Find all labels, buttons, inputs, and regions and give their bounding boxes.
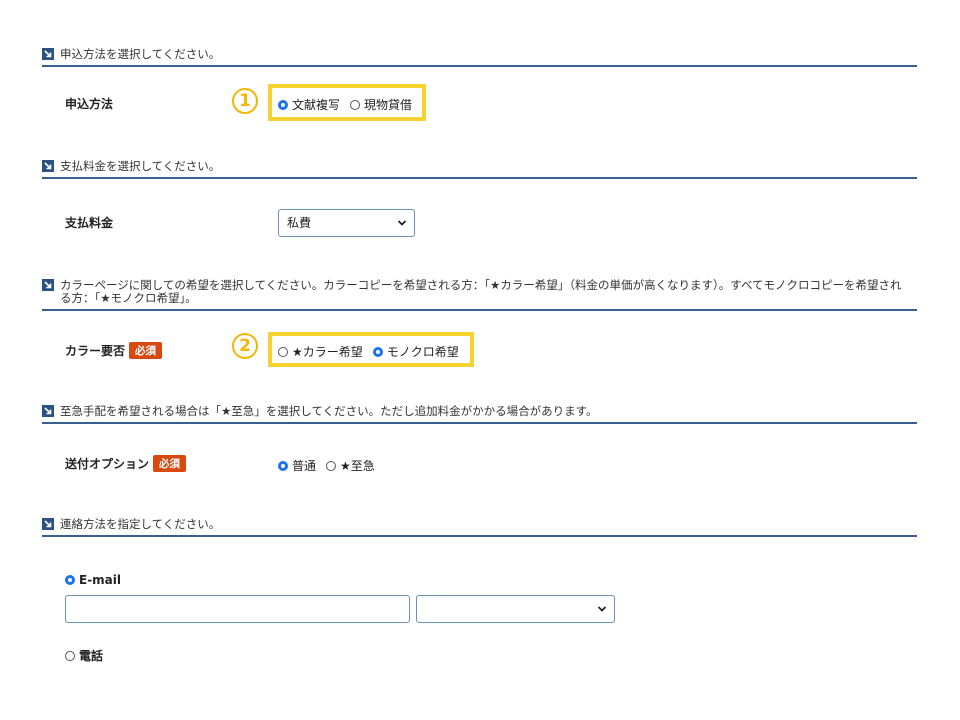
radio-unchecked-icon — [65, 650, 75, 661]
callout-number-1: 1 — [232, 88, 258, 114]
radio-checked-icon — [278, 99, 288, 110]
color-radio-group: ★カラー希望 モノクロ希望 — [278, 343, 469, 360]
payment-label: 支払料金 — [65, 216, 114, 230]
radio-document-copy[interactable]: 文献複写 — [278, 96, 340, 113]
payment-select-value: 私費 — [287, 216, 312, 230]
radio-checked-icon — [278, 460, 288, 471]
method-radio-group: 文献複写 現物貸借 — [278, 96, 422, 113]
arrow-down-right-icon — [42, 160, 54, 172]
section-header-text: 支払料金を選択してください。 — [60, 159, 221, 173]
radio-normal[interactable]: 普通 — [278, 457, 316, 474]
section-header-contact: 連絡方法を指定してください。 — [42, 518, 917, 537]
delivery-label: 送付オプション 必須 — [65, 455, 187, 472]
delivery-radio-group: 普通 ★至急 — [278, 457, 385, 474]
radio-label: ★カラー希望 — [292, 345, 363, 359]
arrow-down-right-icon — [42, 518, 54, 530]
contact-phone-radio-group: 電話 — [65, 647, 113, 664]
radio-checked-icon — [65, 575, 75, 585]
payment-select[interactable]: 私費 — [278, 209, 415, 237]
delivery-label-text: 送付オプション — [65, 457, 150, 471]
radio-email[interactable]: E-mail — [65, 573, 121, 587]
section-header-method: 申込方法を選択してください。 — [42, 48, 917, 67]
section-header-text: 至急手配を希望される場合は「★至急」を選択してください。ただし追加料金がかかる場… — [60, 404, 598, 418]
radio-unchecked-icon — [350, 99, 361, 110]
callout-number-2: 2 — [232, 333, 258, 359]
section-header-payment: 支払料金を選択してください。 — [42, 160, 917, 179]
application-form: 申込方法を選択してください。 申込方法 1 文献複写 現物貸借 支払料金を選択し… — [0, 0, 960, 720]
section-header-text: 連絡方法を指定してください。 — [60, 517, 221, 531]
radio-label: 現物貸借 — [364, 98, 413, 112]
section-header-text: カラーページに関しての希望を選択してください。カラーコピーを希望される方：「★カ… — [60, 278, 902, 305]
chevron-down-icon — [597, 606, 607, 612]
section-header-delivery: 至急手配を希望される場合は「★至急」を選択してください。ただし追加料金がかかる場… — [42, 405, 917, 424]
radio-label: 普通 — [292, 459, 317, 473]
radio-item-loan[interactable]: 現物貸借 — [350, 96, 412, 113]
arrow-down-right-icon — [42, 48, 54, 60]
required-badge: 必須 — [153, 455, 187, 472]
method-label: 申込方法 — [65, 97, 114, 111]
radio-checked-icon — [372, 346, 383, 357]
radio-label: 文献複写 — [292, 98, 341, 112]
radio-unchecked-icon — [326, 460, 337, 471]
contact-email-radio-group: E-mail — [65, 573, 131, 587]
required-badge: 必須 — [129, 342, 163, 359]
email-domain-select[interactable] — [416, 595, 615, 623]
radio-label: ★至急 — [340, 459, 375, 473]
section-header-color: カラーページに関しての希望を選択してください。カラーコピーを希望される方：「★カ… — [42, 279, 917, 311]
arrow-down-right-icon — [42, 279, 54, 291]
color-label: カラー要否 必須 — [65, 342, 163, 359]
radio-label: モノクロ希望 — [386, 345, 459, 359]
radio-label: 電話 — [79, 649, 104, 663]
radio-urgent[interactable]: ★至急 — [326, 457, 375, 474]
arrow-down-right-icon — [42, 405, 54, 417]
section-header-text: 申込方法を選択してください。 — [60, 47, 221, 61]
color-label-text: カラー要否 — [65, 344, 126, 358]
radio-color[interactable]: ★カラー希望 — [278, 343, 363, 360]
chevron-down-icon — [397, 220, 407, 226]
radio-label: E-mail — [79, 573, 122, 587]
radio-phone[interactable]: 電話 — [65, 647, 103, 664]
email-input[interactable] — [65, 595, 410, 623]
radio-unchecked-icon — [278, 346, 288, 357]
radio-monochrome[interactable]: モノクロ希望 — [372, 343, 459, 360]
